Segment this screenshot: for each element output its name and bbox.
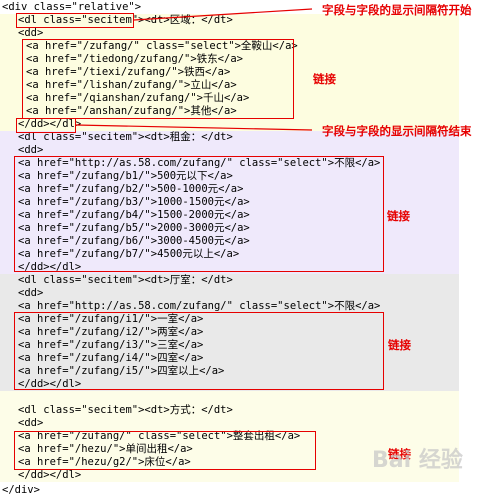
annotation-link: 链接	[313, 72, 336, 86]
link-box-mode	[14, 431, 316, 470]
annotation-separator-start: 字段与字段的显示间隔符开始	[322, 3, 472, 17]
annotation-link: 链接	[387, 209, 410, 223]
code-line: </div>	[2, 484, 40, 496]
link-box-room	[14, 312, 384, 390]
link-box-rent	[14, 156, 384, 272]
separator-end-box	[16, 118, 76, 133]
code-line: <dd>	[18, 287, 44, 299]
code-line: </dd></dl>	[18, 469, 82, 481]
link-box-area	[22, 39, 294, 119]
separator-start-box	[16, 13, 134, 28]
code-line: <dd>	[18, 417, 44, 429]
annotation-separator-end: 字段与字段的显示间隔符结束	[322, 124, 472, 138]
annotation-link: 链接	[388, 338, 411, 352]
code-line: <dl class="secitem"><dt>厅室：</dt>	[18, 274, 233, 286]
baidu-watermark: Bai 经验	[372, 448, 463, 473]
code-line: <dl class="secitem"><dt>方式：</dt>	[18, 404, 233, 416]
